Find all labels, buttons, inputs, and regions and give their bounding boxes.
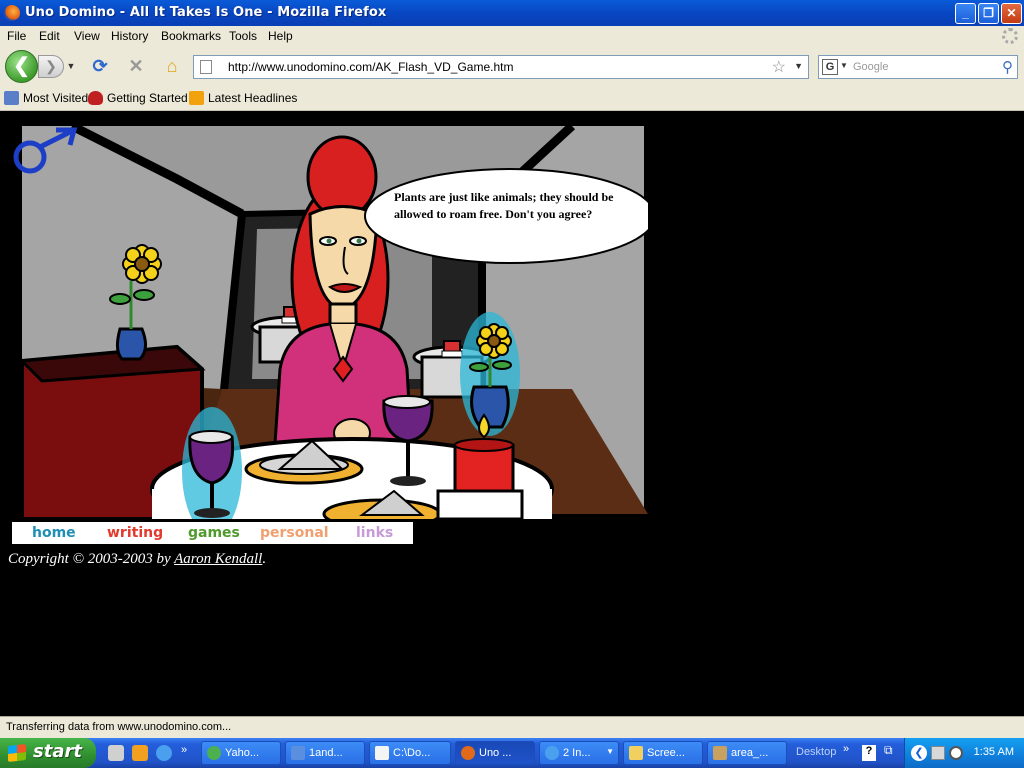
menu-help[interactable]: Help: [268, 29, 293, 43]
windows-logo-icon: [8, 744, 26, 762]
menu-edit[interactable]: Edit: [39, 29, 60, 43]
forward-button[interactable]: ❯: [38, 55, 64, 78]
site-nav: home writing games personal links: [12, 522, 413, 544]
navigation-toolbar: ❮ ❯ ▼ ⟳ ✕ ⌂ http://www.unodomino.com/AK_…: [0, 46, 1024, 86]
system-tray: ❮ 1:35 AM: [904, 738, 1024, 768]
search-input[interactable]: Google: [853, 61, 888, 73]
menu-view[interactable]: View: [74, 29, 100, 43]
tray-expand-icon[interactable]: ❮: [911, 745, 927, 761]
group-dropdown-icon: ▼: [606, 747, 614, 756]
task-button[interactable]: C:\Do...: [369, 741, 451, 765]
document-icon: [291, 746, 305, 760]
getting-started-icon: [88, 91, 103, 105]
bookmark-latest-headlines[interactable]: Latest Headlines: [208, 91, 297, 105]
image-editor-icon: [713, 746, 727, 760]
window-title: Uno Domino - All It Takes Is One - Mozil…: [25, 5, 387, 20]
menu-history[interactable]: History: [111, 29, 148, 43]
history-dropdown-button[interactable]: ▼: [64, 55, 78, 78]
page-icon: [200, 60, 212, 74]
monitor-icon[interactable]: ⧉: [884, 743, 893, 758]
copyright-notice: Copyright © 2003-2003 by Aaron Kendall.: [8, 551, 266, 568]
help-icon[interactable]: ?: [862, 745, 876, 761]
start-button[interactable]: start: [0, 738, 96, 768]
desktop-toolbar-label[interactable]: Desktop: [796, 746, 836, 758]
menu-file[interactable]: File: [7, 29, 26, 43]
task-button[interactable]: 2 In... ▼: [539, 741, 619, 765]
internet-explorer-icon[interactable]: [156, 745, 172, 761]
menu-bar: File Edit View History Bookmarks Tools H…: [0, 26, 1024, 46]
page-content: Plants are just like animals; they shoul…: [0, 112, 1024, 716]
firefox-icon: [4, 5, 20, 21]
male-symbol-icon[interactable]: [12, 127, 82, 175]
firefox-icon: [461, 746, 475, 760]
notepad-icon: [375, 746, 389, 760]
start-label: start: [33, 741, 82, 762]
nav-link-home[interactable]: home: [32, 525, 76, 541]
bookmark-most-visited[interactable]: Most Visited: [23, 91, 88, 105]
stop-icon[interactable]: ✕: [124, 54, 148, 78]
copyright-suffix: .: [262, 551, 267, 567]
task-button[interactable]: 1and...: [285, 741, 365, 765]
network-icon[interactable]: [931, 746, 945, 760]
speech-bubble-text: Plants are just like animals; they shoul…: [394, 190, 614, 221]
home-icon[interactable]: ⌂: [160, 54, 184, 78]
quicklaunch-more-icon[interactable]: »: [181, 744, 187, 756]
internet-explorer-icon: [545, 746, 559, 760]
task-button[interactable]: Yaho...: [201, 741, 281, 765]
title-bar: Uno Domino - All It Takes Is One - Mozil…: [0, 0, 1024, 26]
taskbar: start » Yaho... 1and... C:\Do... Uno ...…: [0, 738, 1024, 768]
toolbar-more-icon[interactable]: »: [843, 743, 849, 755]
status-bar: Transferring data from www.unodomino.com…: [0, 716, 1024, 738]
back-button[interactable]: ❮: [5, 50, 38, 83]
task-button[interactable]: Scree...: [623, 741, 703, 765]
close-button[interactable]: ✕: [1001, 3, 1022, 24]
google-icon[interactable]: G: [822, 59, 838, 75]
search-icon[interactable]: ⚲: [1002, 58, 1013, 76]
menu-tools[interactable]: Tools: [229, 29, 257, 43]
flash-game-scene[interactable]: Plants are just like animals; they shoul…: [12, 119, 648, 519]
restaurant-illustration: [12, 119, 648, 519]
task-button[interactable]: area_...: [707, 741, 787, 765]
nav-link-personal[interactable]: personal: [260, 525, 329, 541]
menu-bookmarks[interactable]: Bookmarks: [161, 29, 221, 43]
nav-link-links[interactable]: links: [356, 525, 393, 541]
rss-feed-icon: [189, 91, 204, 105]
folder-icon: [629, 746, 643, 760]
search-box[interactable]: G ▼ Google ⚲: [818, 55, 1018, 79]
quicklaunch-icon-1[interactable]: [108, 745, 124, 761]
nav-link-writing[interactable]: writing: [107, 525, 163, 541]
bookmark-star-icon[interactable]: ☆: [772, 57, 786, 77]
copyright-prefix: Copyright © 2003-2003 by: [8, 551, 175, 567]
minimize-button[interactable]: _: [955, 3, 976, 24]
most-visited-icon: [4, 91, 19, 105]
tray-app-icon[interactable]: [949, 746, 963, 760]
address-url[interactable]: http://www.unodomino.com/AK_Flash_VD_Gam…: [228, 60, 513, 74]
chrome-icon: [207, 746, 221, 760]
nav-link-games[interactable]: games: [188, 525, 240, 541]
url-dropdown-icon[interactable]: ▼: [794, 61, 803, 71]
search-engine-dropdown-icon[interactable]: ▼: [840, 61, 848, 70]
task-button[interactable]: Uno ...: [455, 741, 535, 765]
maximize-button[interactable]: ❐: [978, 3, 999, 24]
quicklaunch-icon-2[interactable]: [132, 745, 148, 761]
author-link[interactable]: Aaron Kendall: [174, 551, 262, 567]
bookmark-getting-started[interactable]: Getting Started: [107, 91, 188, 105]
status-text: Transferring data from www.unodomino.com…: [6, 721, 232, 733]
clock[interactable]: 1:35 AM: [974, 746, 1014, 758]
reload-icon[interactable]: ⟳: [88, 54, 112, 78]
throbber-icon: [1002, 28, 1018, 44]
address-bar[interactable]: http://www.unodomino.com/AK_Flash_VD_Gam…: [193, 55, 809, 79]
bookmarks-toolbar: Most Visited Getting Started Latest Head…: [0, 86, 1024, 111]
